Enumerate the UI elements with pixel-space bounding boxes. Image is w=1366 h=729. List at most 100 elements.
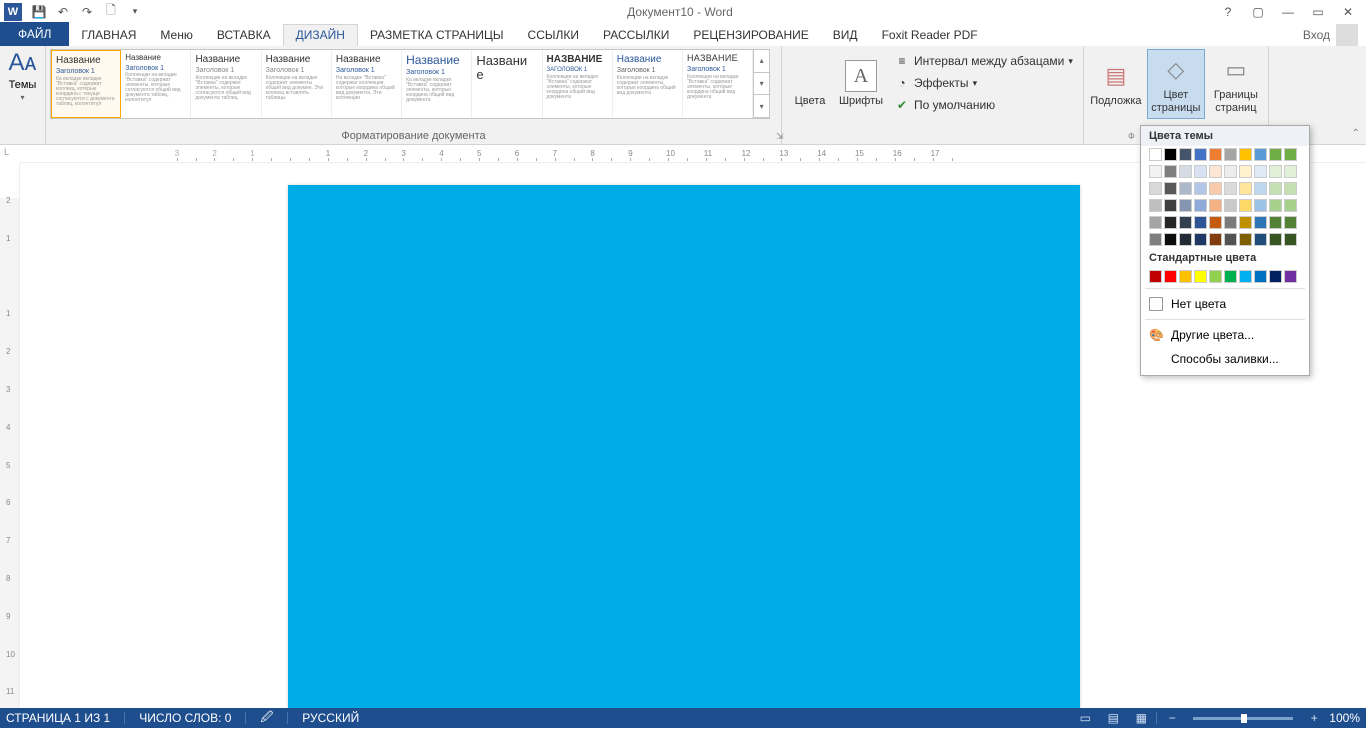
color-swatch[interactable] [1194, 233, 1207, 246]
color-swatch[interactable] [1164, 270, 1177, 283]
vertical-ruler[interactable]: 21123456789101112 [0, 163, 20, 708]
color-swatch[interactable] [1209, 270, 1222, 283]
colors-button[interactable]: Цвета [786, 49, 834, 119]
color-swatch[interactable] [1284, 233, 1297, 246]
style-item[interactable]: НазваниеЗаголовок 1Коллекции на вкладке … [191, 50, 261, 118]
style-item[interactable]: НАЗВАНИЕЗАГОЛОВОК 1Коллекции на вкладке … [543, 50, 613, 118]
style-item[interactable]: НазваниеЗаголовок 1Ка вкладке вкладке "В… [51, 50, 121, 118]
tab-menu[interactable]: Меню [148, 24, 204, 46]
tab-mailings[interactable]: РАССЫЛКИ [591, 24, 681, 46]
tab-review[interactable]: РЕЦЕНЗИРОВАНИЕ [681, 24, 820, 46]
effects-button[interactable]: ◔Эффекты▾ [890, 73, 1077, 93]
color-swatch[interactable] [1179, 182, 1192, 195]
color-swatch[interactable] [1224, 182, 1237, 195]
color-swatch[interactable] [1179, 270, 1192, 283]
color-swatch[interactable] [1179, 216, 1192, 229]
color-swatch[interactable] [1194, 148, 1207, 161]
tab-references[interactable]: ССЫЛКИ [516, 24, 591, 46]
color-swatch[interactable] [1269, 148, 1282, 161]
paragraph-spacing-button[interactable]: ≡Интервал между абзацами▾ [890, 51, 1077, 71]
more-colors-item[interactable]: 🎨Другие цвета... [1141, 323, 1309, 347]
no-color-item[interactable]: Нет цвета [1141, 292, 1309, 316]
color-swatch[interactable] [1194, 199, 1207, 212]
qat-redo[interactable]: ↷ [76, 2, 98, 22]
color-swatch[interactable] [1284, 148, 1297, 161]
status-language[interactable]: РУССКИЙ [302, 711, 359, 725]
color-swatch[interactable] [1149, 182, 1162, 195]
color-swatch[interactable] [1194, 182, 1207, 195]
color-swatch[interactable] [1239, 199, 1252, 212]
page-borders-button[interactable]: ▭ Границы страниц [1208, 49, 1264, 119]
qat-customize[interactable]: ▾ [124, 2, 146, 22]
color-swatch[interactable] [1179, 148, 1192, 161]
color-swatch[interactable] [1194, 216, 1207, 229]
color-swatch[interactable] [1239, 216, 1252, 229]
color-swatch[interactable] [1149, 233, 1162, 246]
view-web-layout[interactable]: ▦ [1128, 709, 1154, 727]
tab-foxit[interactable]: Foxit Reader PDF [870, 24, 990, 46]
color-swatch[interactable] [1254, 148, 1267, 161]
close-button[interactable]: ✕ [1334, 2, 1362, 22]
color-swatch[interactable] [1179, 165, 1192, 178]
color-swatch[interactable] [1164, 216, 1177, 229]
color-swatch[interactable] [1149, 216, 1162, 229]
color-swatch[interactable] [1164, 165, 1177, 178]
color-swatch[interactable] [1224, 216, 1237, 229]
color-swatch[interactable] [1254, 216, 1267, 229]
document-page[interactable] [288, 185, 1080, 708]
tab-layout[interactable]: РАЗМЕТКА СТРАНИЦЫ [358, 24, 516, 46]
dialog-launcher-icon[interactable]: ⇲ [776, 131, 784, 142]
style-item[interactable]: Названи е [472, 50, 542, 118]
color-swatch[interactable] [1164, 199, 1177, 212]
style-item[interactable]: НазваниеЗаголовок 1Коллекции на вкладке … [613, 50, 683, 118]
color-swatch[interactable] [1164, 148, 1177, 161]
color-swatch[interactable] [1224, 233, 1237, 246]
watermark-button[interactable]: ▤ Подложка [1088, 49, 1144, 119]
color-swatch[interactable] [1194, 165, 1207, 178]
help-button[interactable]: ? [1214, 2, 1242, 22]
color-swatch[interactable] [1209, 165, 1222, 178]
tab-selector[interactable]: L [4, 147, 9, 157]
color-swatch[interactable] [1254, 182, 1267, 195]
color-swatch[interactable] [1269, 270, 1282, 283]
color-swatch[interactable] [1254, 233, 1267, 246]
color-swatch[interactable] [1224, 270, 1237, 283]
color-swatch[interactable] [1239, 182, 1252, 195]
zoom-slider[interactable] [1193, 717, 1293, 720]
sign-in[interactable]: Вход [1295, 24, 1366, 46]
page-color-button[interactable]: ◇ Цвет страницы [1147, 49, 1205, 119]
color-swatch[interactable] [1269, 182, 1282, 195]
color-swatch[interactable] [1194, 270, 1207, 283]
color-swatch[interactable] [1284, 182, 1297, 195]
color-swatch[interactable] [1164, 233, 1177, 246]
status-page[interactable]: СТРАНИЦА 1 ИЗ 1 [6, 711, 110, 725]
qat-undo[interactable]: ↶ [52, 2, 74, 22]
color-swatch[interactable] [1239, 165, 1252, 178]
zoom-level[interactable]: 100% [1329, 711, 1360, 725]
color-swatch[interactable] [1224, 165, 1237, 178]
tab-design[interactable]: ДИЗАЙН [283, 24, 358, 46]
minimize-button[interactable]: — [1274, 2, 1302, 22]
set-default-button[interactable]: ✔По умолчанию [890, 95, 1077, 115]
color-swatch[interactable] [1269, 233, 1282, 246]
style-item[interactable]: НазваниеЗаголовок 1Ка вкладке вкладке "В… [402, 50, 472, 118]
themes-button[interactable]: Aᴀ Темы ▾ [4, 49, 41, 119]
qat-new-doc[interactable]: 🗋 [100, 2, 122, 22]
tab-file[interactable]: ФАЙЛ [0, 22, 69, 46]
gallery-spinner[interactable]: ▴▾▾ [753, 50, 769, 118]
color-swatch[interactable] [1284, 270, 1297, 283]
color-swatch[interactable] [1224, 199, 1237, 212]
maximize-button[interactable]: ▭ [1304, 2, 1332, 22]
color-swatch[interactable] [1179, 233, 1192, 246]
view-print-layout[interactable]: ▤ [1100, 709, 1126, 727]
collapse-ribbon[interactable]: ⌃ [1352, 128, 1360, 139]
color-swatch[interactable] [1209, 199, 1222, 212]
color-swatch[interactable] [1149, 148, 1162, 161]
style-item[interactable]: НазваниеЗаголовок 1Коллекции на вкладке … [121, 50, 191, 118]
color-swatch[interactable] [1254, 199, 1267, 212]
color-swatch[interactable] [1209, 216, 1222, 229]
tab-insert[interactable]: ВСТАВКА [205, 24, 283, 46]
color-swatch[interactable] [1224, 148, 1237, 161]
color-swatch[interactable] [1164, 182, 1177, 195]
color-swatch[interactable] [1179, 199, 1192, 212]
